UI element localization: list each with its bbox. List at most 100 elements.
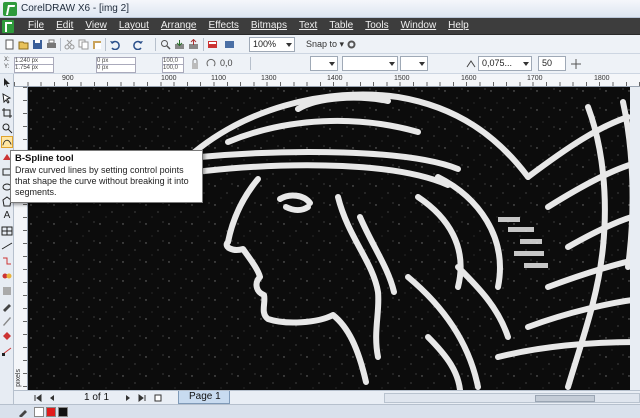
scale-height-field[interactable]: 100,0: [162, 64, 184, 73]
fill-tool-icon[interactable]: [1, 330, 13, 342]
save-icon[interactable]: [32, 39, 43, 50]
ruler-ticks: [14, 82, 640, 86]
ruler-label: 1100: [211, 75, 227, 82]
toolbox: A: [0, 74, 14, 404]
menu-file[interactable]: File: [22, 20, 50, 31]
snap-to-button[interactable]: Snap to ▾: [306, 39, 344, 50]
coreldraw-icon[interactable]: [3, 2, 17, 16]
menu-bitmaps[interactable]: Bitmaps: [245, 20, 293, 31]
next-page-icon[interactable]: [124, 394, 132, 402]
menu-tools[interactable]: Tools: [359, 20, 394, 31]
previous-page-icon[interactable]: [48, 394, 56, 402]
paste-icon[interactable]: [92, 39, 103, 50]
interactive-fill-icon[interactable]: [1, 345, 13, 357]
menu-arrange[interactable]: Arrange: [155, 20, 203, 31]
chevron-down-icon: [286, 43, 292, 47]
zoom-level-combo[interactable]: 100%: [249, 37, 295, 52]
menu-window[interactable]: Window: [395, 20, 443, 31]
text-tool-icon[interactable]: A: [1, 210, 13, 222]
shape-tool-icon[interactable]: [1, 92, 13, 104]
ruler-label: 1700: [527, 75, 543, 82]
menu-bar: File Edit View Layout Arrange Effects Bi…: [0, 18, 640, 35]
ruler-label: 900: [62, 75, 74, 82]
undo-icon[interactable]: [109, 39, 120, 50]
ruler-label: 1300: [261, 75, 277, 82]
eyedropper-tool-icon[interactable]: [1, 300, 13, 312]
miter-field[interactable]: 50: [538, 56, 566, 71]
menu-view[interactable]: View: [79, 20, 113, 31]
table-tool-icon[interactable]: [1, 225, 13, 237]
menu-layout[interactable]: Layout: [113, 20, 155, 31]
menu-edit[interactable]: Edit: [50, 20, 79, 31]
crop-tool-icon[interactable]: [1, 107, 13, 119]
black-swatch[interactable]: [58, 407, 68, 417]
page-tab[interactable]: Page 1: [178, 391, 230, 404]
start-arrowhead-combo[interactable]: [310, 56, 338, 71]
outline-width-icon: [466, 60, 476, 68]
outline-width-value: 0,075...: [482, 58, 513, 68]
launcher-icon[interactable]: [207, 39, 218, 50]
import-icon[interactable]: [174, 39, 185, 50]
export-icon[interactable]: [188, 39, 199, 50]
outline-width-combo[interactable]: 0,075...: [478, 56, 532, 71]
scrollbar-thumb[interactable]: [535, 395, 595, 402]
vertical-ruler[interactable]: pixels: [14, 87, 28, 390]
ruler-label: 1500: [394, 75, 410, 82]
search-icon[interactable]: [160, 39, 171, 50]
snap-to-label: Snap to: [306, 39, 338, 49]
menu-help[interactable]: Help: [442, 20, 475, 31]
ruler-ticks: [23, 87, 27, 390]
no-color-swatch[interactable]: [34, 407, 44, 417]
rotation-icon: [206, 58, 216, 67]
toolbar-separator: [155, 38, 156, 51]
lock-ratio-icon[interactable]: [190, 58, 200, 70]
redo-icon[interactable]: [133, 39, 144, 50]
menu-effects[interactable]: Effects: [202, 20, 244, 31]
new-icon[interactable]: [4, 39, 15, 50]
outline-pen-icon[interactable]: [1, 315, 13, 327]
print-icon[interactable]: [46, 39, 57, 50]
end-arrowhead-combo[interactable]: [400, 56, 428, 71]
cut-icon[interactable]: [64, 39, 75, 50]
blend-tool-icon[interactable]: [1, 270, 13, 282]
transparency-tool-icon[interactable]: [1, 285, 13, 297]
coreldraw-logo-icon[interactable]: [2, 20, 14, 33]
bspline-tool-icon[interactable]: [1, 136, 13, 148]
eyedropper-icon[interactable]: [18, 407, 28, 417]
drawing-canvas[interactable]: [28, 87, 640, 390]
dimension-tool-icon[interactable]: [1, 240, 13, 252]
helmet-profile-artwork: [28, 87, 640, 390]
add-page-icon[interactable]: [154, 394, 162, 402]
toolbar-separator: [105, 38, 106, 51]
status-bar: [0, 404, 640, 418]
menu-text[interactable]: Text: [293, 20, 323, 31]
page-count: 1 of 1: [84, 392, 110, 403]
red-swatch[interactable]: [46, 407, 56, 417]
y-label: Y:: [4, 64, 10, 70]
connector-tool-icon[interactable]: [1, 255, 13, 267]
tooltip-body: Draw curved lines by setting control poi…: [15, 165, 189, 197]
vertical-scrollbar[interactable]: [630, 87, 640, 390]
horizontal-scrollbar[interactable]: [384, 393, 640, 403]
zoom-tool-icon[interactable]: [1, 122, 13, 134]
menu-table[interactable]: Table: [323, 20, 359, 31]
options-icon[interactable]: [346, 39, 357, 50]
standard-toolbar: 100% Snap to ▾: [0, 35, 640, 54]
chevron-down-icon: [389, 62, 395, 66]
add-icon[interactable]: [570, 58, 582, 70]
horizontal-ruler[interactable]: 900 1000 1100 1300 1400 1500 1600 1700 1…: [14, 74, 640, 87]
open-icon[interactable]: [18, 39, 29, 50]
pick-tool-icon[interactable]: [1, 77, 13, 89]
full-screen-icon[interactable]: [224, 39, 235, 50]
property-bar: X: Y: 1.240 px 1.754 px 0 px 0 px 100,0 …: [0, 54, 640, 74]
y-position-field[interactable]: 1.754 px: [14, 64, 54, 73]
last-page-icon[interactable]: [138, 394, 146, 402]
height-field[interactable]: 0 px: [96, 64, 136, 73]
line-style-combo[interactable]: [342, 56, 398, 71]
chevron-down-icon: [523, 62, 529, 66]
property-separator: [250, 57, 251, 70]
rotation-field[interactable]: 0,0: [220, 58, 233, 68]
copy-icon[interactable]: [78, 39, 89, 50]
first-page-icon[interactable]: [34, 394, 42, 402]
x-label: X:: [4, 57, 10, 63]
